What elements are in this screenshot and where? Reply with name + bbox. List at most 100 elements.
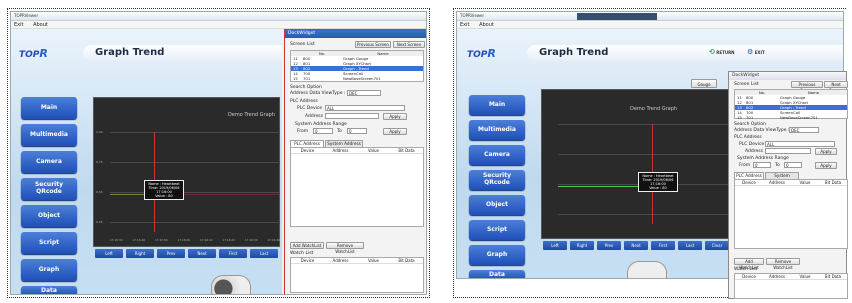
apply-button[interactable]: Apply (383, 113, 407, 120)
sidebar-security[interactable]: Security QRcode (469, 170, 525, 190)
exit-icon: ⚙ (747, 48, 754, 56)
watch-list-table[interactable]: Device Address Value Bit Data (734, 273, 848, 299)
btn-prev[interactable]: Prev (157, 249, 185, 258)
left-menubar: Exit About (11, 21, 426, 29)
btn-last[interactable]: Last (678, 241, 702, 250)
gauge-button[interactable]: Gauge (691, 79, 717, 88)
sidebar-camera[interactable]: Camera (21, 151, 77, 173)
sidebar-main[interactable]: Main (469, 95, 525, 115)
system-address-range-label: System Address Range (737, 156, 789, 161)
screen-list-table[interactable]: No. Name 11 800 Graph Gauge 12 801 Graph XYC… (734, 89, 848, 120)
page-title-bar: Graph Trend ⟲ RETURN ⚙ EXIT (527, 45, 843, 61)
sidebar-main[interactable]: Main (21, 97, 77, 119)
page-title-bar: Graph Trend (83, 45, 282, 61)
trend-graph[interactable]: Demo Trend Graph Name : Heartbeat Time: 2… (93, 97, 280, 247)
trend-title: Demo Trend Graph (227, 112, 275, 118)
sidebar-graph[interactable]: Graph (21, 259, 77, 281)
menu-about[interactable]: About (33, 22, 48, 28)
apply-button[interactable]: Apply (815, 148, 837, 155)
btn-clear[interactable]: Clear (705, 241, 729, 250)
add-watchlist-button[interactable]: Add WatchList (290, 242, 324, 249)
sidebar-script[interactable]: Script (21, 232, 77, 254)
tab-system-address[interactable]: System Address (325, 140, 363, 147)
trend-tooltip: Name : Heartbeat Time: 2019/06/06 17:16:0… (638, 172, 678, 192)
sidebar-data[interactable]: Data (21, 286, 77, 294)
from-input[interactable]: 0 (313, 128, 333, 134)
to-input[interactable]: 0 (784, 162, 802, 168)
next-screen-button[interactable]: Next Screen (824, 81, 848, 93)
search-option-label: Search Option (734, 122, 766, 127)
sidebar-data[interactable]: Data (469, 270, 525, 278)
next-screen-button[interactable]: Next Screen (393, 41, 425, 48)
remove-watchlist-button[interactable]: Remove WatchList (766, 258, 800, 270)
add-watchlist-button[interactable]: Add WatchList (734, 258, 764, 270)
menu-exit[interactable]: Exit (14, 22, 23, 28)
sidebar-script[interactable]: Script (469, 220, 525, 240)
from-input[interactable]: 0 (753, 162, 771, 168)
btn-left[interactable]: Left (543, 241, 567, 250)
address-input[interactable] (765, 148, 811, 154)
plc-device-select[interactable]: ALL (325, 105, 405, 111)
exit-button[interactable]: ⚙ EXIT (747, 48, 765, 56)
viewtype-select[interactable]: DEC (347, 90, 381, 96)
address-input[interactable] (325, 113, 379, 119)
apply-range-button[interactable]: Apply (383, 128, 407, 135)
return-button[interactable]: ⟲ RETURN (709, 48, 735, 56)
apply-range-button[interactable]: Apply (815, 162, 837, 169)
page-title: Graph Trend (95, 47, 165, 58)
btn-prev[interactable]: Prev (597, 241, 621, 250)
table-row[interactable]: 15 701 NewBaseScreen701 (735, 115, 847, 120)
btn-next[interactable]: Next (624, 241, 648, 250)
binocular-icon[interactable] (211, 275, 251, 294)
table-header: Device Address Value Bit Data (735, 274, 847, 280)
btn-first[interactable]: First (651, 241, 675, 250)
watch-list-table[interactable]: Device Address Value Bit Data (290, 257, 424, 293)
plc-address-table[interactable]: Device Address Value Bit Data (734, 179, 848, 249)
return-icon: ⟲ (709, 48, 715, 56)
sidebar-graph[interactable]: Graph (469, 245, 525, 265)
address-label: Address (745, 149, 763, 154)
btn-right[interactable]: Right (570, 241, 594, 250)
watch-list-label: Watch List (734, 267, 758, 272)
btn-first[interactable]: First (219, 249, 247, 258)
table-header: Device Address Value Bit Data (735, 180, 847, 186)
logo-text: TOP (467, 50, 488, 60)
system-address-range-label: System Address Range (295, 122, 347, 127)
left-app-window: TOPRViewer Exit About TOPR Graph Trend M… (10, 11, 427, 295)
tab-system-address[interactable]: System Address (765, 172, 799, 184)
menu-about[interactable]: About (479, 22, 494, 28)
menu-exit[interactable]: Exit (460, 22, 469, 28)
to-label: To (337, 129, 342, 134)
sidebar-multimedia[interactable]: Multimedia (21, 124, 77, 146)
btn-left[interactable]: Left (95, 249, 123, 258)
left-dock-widget: DockWidget Screen List Previous Screen N… (284, 29, 426, 294)
previous-screen-button[interactable]: Previous Screen (355, 41, 391, 48)
sidebar-object[interactable]: Object (21, 205, 77, 227)
table-header: Device Address Value Bit Data (291, 148, 423, 154)
to-input[interactable]: 0 (347, 128, 367, 134)
right-menubar: Exit About (457, 21, 843, 29)
binocular-icon[interactable] (627, 261, 667, 278)
btn-next[interactable]: Next (188, 249, 216, 258)
btn-right[interactable]: Right (126, 249, 154, 258)
left-screenshot: TOPRViewer Exit About TOPR Graph Trend M… (7, 8, 430, 298)
previous-screen-button[interactable]: Previous Screen (791, 81, 823, 93)
trend-title: Demo Trend Graph (630, 106, 678, 112)
screen-list-table[interactable]: No. Name 11 800 Graph Gauge 12 801 Graph XYC… (290, 50, 424, 82)
tab-plc-address[interactable]: PLC Address (290, 140, 324, 147)
logo-text: TOP (19, 50, 40, 60)
sidebar-camera[interactable]: Camera (469, 145, 525, 165)
sidebar-security[interactable]: Security QRcode (21, 178, 77, 200)
table-row[interactable]: 15 701 NewBaseScreen701 (291, 76, 423, 81)
trend-graph[interactable]: Demo Trend Graph Name : Heartbeat Time: 2… (541, 89, 732, 239)
remove-watchlist-button[interactable]: Remove WatchList (326, 242, 364, 254)
sidebar-multimedia[interactable]: Multimedia (469, 120, 525, 140)
right-logo: TOPR (467, 47, 496, 60)
btn-last[interactable]: Last (250, 249, 278, 258)
viewtype-select[interactable]: DEC (789, 127, 819, 133)
sidebar-object[interactable]: Object (469, 195, 525, 215)
plc-address-table[interactable]: Device Address Value Bit Data (290, 147, 424, 227)
plc-device-select[interactable]: ALL (765, 141, 835, 147)
screen-list-label: Screen List (290, 42, 315, 47)
tab-plc-address[interactable]: PLC Address (734, 172, 764, 179)
